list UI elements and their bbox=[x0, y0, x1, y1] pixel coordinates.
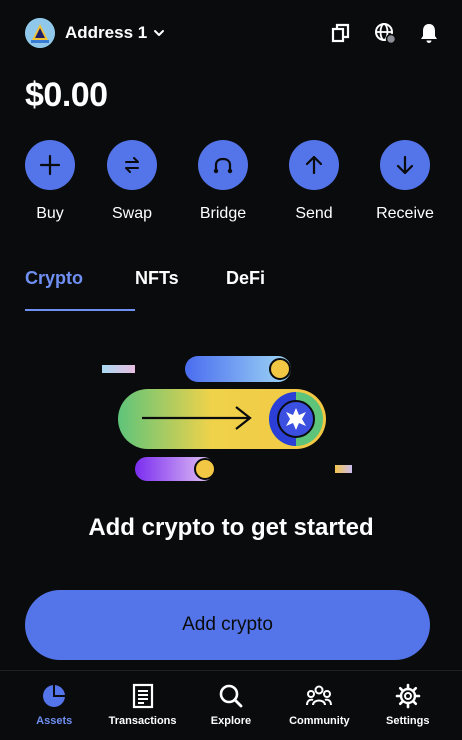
community-icon bbox=[306, 685, 333, 706]
swap-label: Swap bbox=[111, 205, 153, 222]
quick-actions: Buy Swap Bridge Send Receive bbox=[24, 140, 440, 223]
nav-community[interactable]: Community bbox=[279, 671, 359, 740]
account-name: Address 1 bbox=[65, 23, 148, 42]
nav-explore-label: Explore bbox=[210, 715, 252, 727]
nav-assets[interactable]: Assets bbox=[14, 671, 94, 740]
tab-defi-label: DeFi bbox=[226, 268, 266, 288]
buy-button[interactable]: Buy bbox=[24, 140, 76, 223]
tab-crypto-label: Crypto bbox=[25, 268, 83, 288]
empty-state-illustration bbox=[102, 356, 352, 481]
nav-transactions-label: Transactions bbox=[108, 715, 177, 727]
asset-tabs: Crypto NFTs DeFi bbox=[25, 268, 265, 311]
swap-action-circle bbox=[107, 140, 157, 190]
nav-settings-label: Settings bbox=[386, 715, 430, 727]
search-icon bbox=[219, 684, 243, 708]
receive-button[interactable]: Receive bbox=[370, 140, 440, 223]
nav-explore[interactable]: Explore bbox=[191, 671, 271, 740]
receive-action-circle bbox=[380, 140, 430, 190]
buy-label: Buy bbox=[36, 205, 64, 222]
bottom-nav: Assets Transactions Explore Community Se… bbox=[0, 670, 462, 740]
chevron-down-icon bbox=[154, 30, 165, 36]
account-selector[interactable]: Address 1 bbox=[25, 18, 165, 48]
bell-icon[interactable] bbox=[418, 22, 440, 44]
empty-state-title: Add crypto to get started bbox=[88, 514, 374, 541]
avatar bbox=[25, 18, 55, 48]
send-label: Send bbox=[295, 205, 333, 222]
bridge-icon bbox=[213, 157, 233, 174]
pie-chart-icon bbox=[43, 685, 66, 707]
nav-transactions[interactable]: Transactions bbox=[103, 671, 183, 740]
tab-nfts[interactable]: NFTs bbox=[135, 268, 226, 311]
arrow-down-icon bbox=[396, 155, 414, 175]
bridge-label: Bridge bbox=[199, 205, 247, 222]
nav-assets-label: Assets bbox=[36, 715, 73, 727]
tab-defi[interactable]: DeFi bbox=[226, 268, 265, 311]
nav-settings[interactable]: Settings bbox=[368, 671, 448, 740]
tab-crypto[interactable]: Crypto bbox=[25, 268, 135, 311]
nav-community-label: Community bbox=[289, 715, 350, 727]
receipt-icon bbox=[132, 683, 153, 709]
send-action-circle bbox=[289, 140, 339, 190]
header-icons bbox=[330, 22, 440, 44]
swap-icon bbox=[125, 157, 139, 173]
bridge-button[interactable]: Bridge bbox=[188, 140, 258, 223]
receive-label: Receive bbox=[376, 205, 434, 222]
header: Address 1 bbox=[25, 16, 440, 50]
arrow-up-icon bbox=[305, 155, 323, 175]
swap-button[interactable]: Swap bbox=[97, 140, 167, 223]
globe-icon[interactable] bbox=[374, 22, 396, 44]
send-button[interactable]: Send bbox=[279, 140, 349, 223]
tab-nfts-label: NFTs bbox=[135, 268, 179, 288]
balance-total: $0.00 bbox=[25, 76, 108, 114]
copy-icon[interactable] bbox=[330, 22, 352, 44]
buy-action-circle bbox=[25, 140, 75, 190]
bridge-action-circle bbox=[198, 140, 248, 190]
plus-icon bbox=[39, 154, 61, 176]
app-root: Address 1 $0.00 Buy Swap Bridge Send Rec… bbox=[0, 0, 462, 740]
gear-icon bbox=[395, 683, 421, 709]
add-crypto-button[interactable]: Add crypto bbox=[25, 590, 430, 660]
